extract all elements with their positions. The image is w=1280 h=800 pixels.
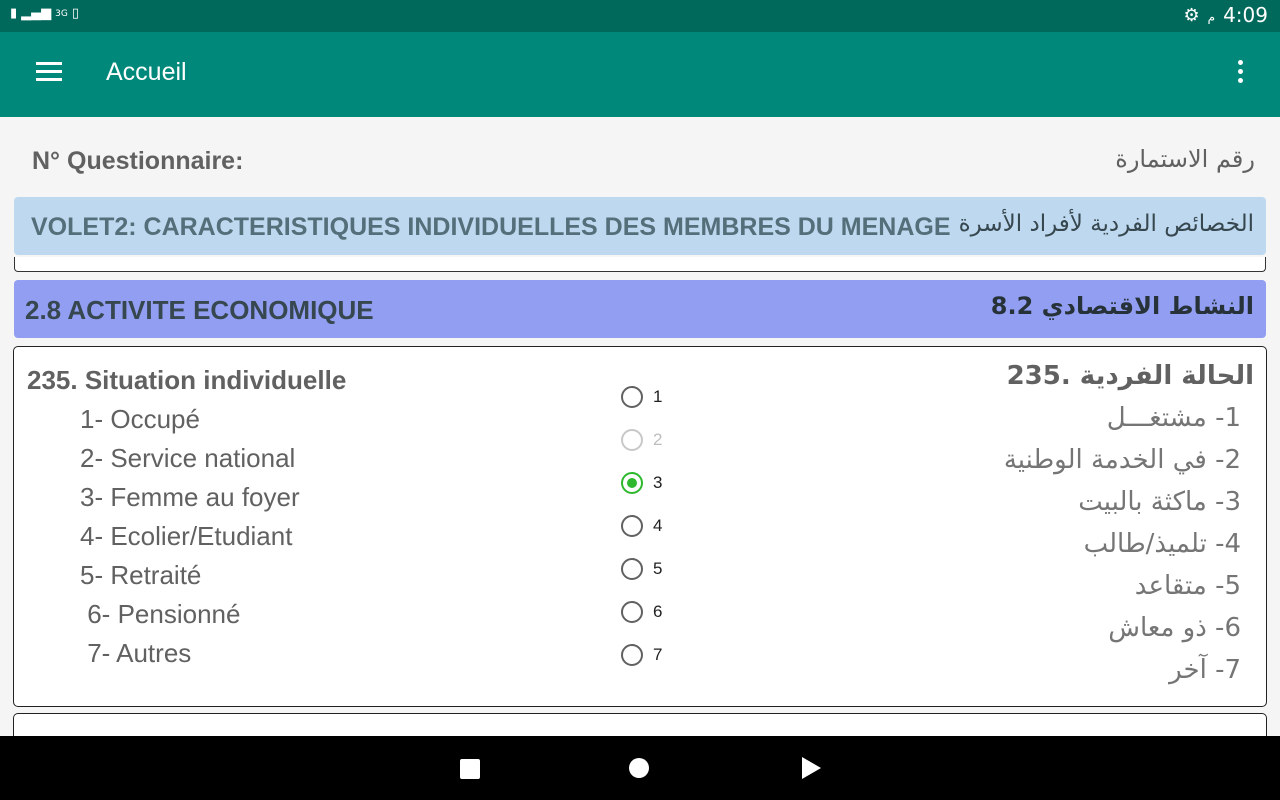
system-nav-bar bbox=[0, 736, 1280, 800]
back-icon[interactable] bbox=[802, 757, 821, 779]
previous-card-edge bbox=[14, 257, 1266, 272]
option-ar-5: 5- متقاعد bbox=[1134, 571, 1241, 601]
option-ar-7: 7- آخر bbox=[1169, 655, 1241, 685]
recent-apps-icon[interactable] bbox=[460, 759, 480, 779]
radio-option-4[interactable]: 4 bbox=[621, 515, 662, 537]
question-title-fr: 235. Situation individuelle bbox=[27, 365, 347, 395]
radio-button-checked[interactable] bbox=[621, 472, 643, 494]
option-ar-3: 3- ماكثة بالبيت bbox=[1078, 487, 1241, 517]
radio-button[interactable] bbox=[621, 515, 643, 537]
vibrate-icon: ▯ bbox=[71, 6, 80, 21]
status-icons-left: ▮ ▂▄▆ 3G ▯ bbox=[10, 6, 79, 21]
menu-icon[interactable] bbox=[36, 62, 62, 82]
radio-button[interactable] bbox=[621, 601, 643, 623]
clock: 4:09 bbox=[1223, 3, 1268, 27]
option-fr-5: 5- Retraité bbox=[80, 560, 202, 590]
radio-label: 2 bbox=[653, 430, 663, 449]
section-header: 2.8 ACTIVITE ECONOMIQUE 8.2 النشاط الاقت… bbox=[14, 280, 1266, 338]
option-ar-1: 1- مشتغـــل bbox=[1106, 403, 1241, 433]
radio-option-7[interactable]: 7 bbox=[621, 644, 662, 666]
radio-label: 3 bbox=[653, 473, 663, 492]
radio-label: 7 bbox=[653, 645, 663, 664]
volet-header: VOLET2: CARACTERISTIQUES INDIVIDUELLES D… bbox=[14, 197, 1266, 255]
questionnaire-number-label-ar: رقم الاستمارة bbox=[1115, 145, 1255, 173]
section-title-fr: 2.8 ACTIVITE ECONOMIQUE bbox=[25, 295, 374, 325]
home-icon[interactable] bbox=[629, 758, 649, 778]
section-title-ar: 8.2 النشاط الاقتصادي bbox=[990, 292, 1254, 320]
app-bar: Accueil bbox=[0, 32, 1280, 117]
option-fr-4: 4- Ecolier/Etudiant bbox=[80, 521, 293, 551]
form-content[interactable]: N° Questionnaire: رقم الاستمارة VOLET2: … bbox=[0, 117, 1280, 736]
option-fr-3: 3- Femme au foyer bbox=[80, 482, 300, 512]
option-ar-2: 2- في الخدمة الوطنية bbox=[1003, 445, 1241, 475]
option-fr-1: 1- Occupé bbox=[80, 404, 200, 434]
next-card-edge bbox=[13, 713, 1267, 736]
option-fr-7: 7- Autres bbox=[80, 638, 192, 668]
radio-button[interactable] bbox=[621, 644, 643, 666]
volet-title-ar: الخصائص الفردية لأفراد الأسرة bbox=[958, 211, 1254, 237]
settings-gear-icon: ⚙ bbox=[1183, 4, 1200, 26]
radio-option-2[interactable]: 2 bbox=[621, 429, 662, 451]
radio-option-1[interactable]: 1 bbox=[621, 386, 662, 408]
radio-label: 4 bbox=[653, 516, 663, 535]
ampm-label: م bbox=[1207, 10, 1216, 24]
signal-icon: ▂▄▆ bbox=[21, 6, 52, 21]
option-ar-4: 4- تلميذ/طالب bbox=[1083, 529, 1241, 559]
network-type: 3G bbox=[55, 8, 68, 19]
radio-option-3[interactable]: 3 bbox=[621, 472, 662, 494]
radio-button[interactable] bbox=[621, 558, 643, 580]
status-bar: ▮ ▂▄▆ 3G ▯ ⚙ م 4:09 bbox=[0, 0, 1280, 32]
more-options-icon[interactable] bbox=[1228, 60, 1252, 90]
radio-label: 5 bbox=[653, 559, 663, 578]
radio-button-disabled[interactable] bbox=[621, 429, 643, 451]
app-title: Accueil bbox=[106, 58, 187, 86]
radio-button[interactable] bbox=[621, 386, 643, 408]
question-title-ar: 235. الحالة الفردية bbox=[1006, 361, 1254, 391]
question-card: 235. Situation individuelle 1- Occupé 2-… bbox=[13, 346, 1267, 707]
status-icons-right: ⚙ م 4:09 bbox=[1184, 3, 1269, 27]
option-fr-6: 6- Pensionné bbox=[80, 599, 241, 629]
option-fr-2: 2- Service national bbox=[80, 443, 296, 473]
volet-title-fr: VOLET2: CARACTERISTIQUES INDIVIDUELLES D… bbox=[31, 213, 951, 241]
sim-icon: ▮ bbox=[10, 6, 18, 21]
radio-option-6[interactable]: 6 bbox=[621, 601, 662, 623]
radio-label: 6 bbox=[653, 602, 663, 621]
radio-option-5[interactable]: 5 bbox=[621, 558, 662, 580]
radio-label: 1 bbox=[653, 387, 663, 406]
option-ar-6: 6- ذو معاش bbox=[1108, 613, 1241, 643]
questionnaire-number-label-fr: N° Questionnaire: bbox=[32, 147, 244, 175]
